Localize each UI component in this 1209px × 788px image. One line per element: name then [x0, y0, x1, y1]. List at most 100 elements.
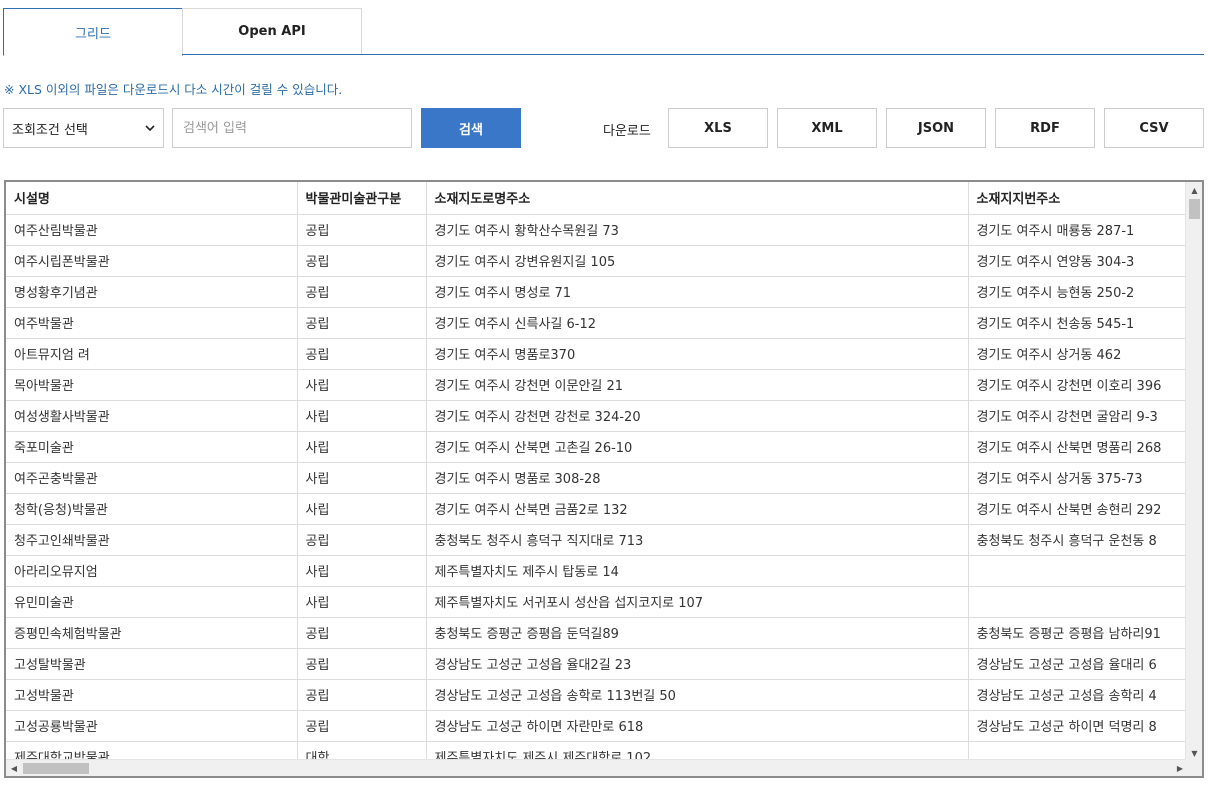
download-rdf-button[interactable]: RDF — [995, 108, 1095, 148]
table-row[interactable]: 아트뮤지엄 려 공립 경기도 여주시 명품로370 경기도 여주시 상거동 462 — [6, 337, 1188, 370]
cell-facility-name: 유민미술관 — [6, 585, 298, 618]
cell-type: 공립 — [296, 523, 427, 556]
search-button[interactable]: 검색 — [421, 108, 521, 148]
cell-lot-address — [967, 740, 1188, 761]
tab-grid[interactable]: 그리드 — [3, 8, 183, 56]
cell-road-address: 경기도 여주시 산북면 금품2로 132 — [425, 492, 969, 525]
cell-type: 공립 — [296, 244, 427, 277]
column-header-road-address[interactable]: 소재지도로명주소 — [425, 182, 969, 215]
cell-facility-name: 죽포미술관 — [6, 430, 298, 463]
download-label: 다운로드 — [603, 124, 651, 139]
download-json-button[interactable]: JSON — [886, 108, 986, 148]
table-row[interactable]: 아라리오뮤지엄 사립 제주특별자치도 제주시 탑동로 14 — [6, 554, 1188, 587]
data-grid: 시설명 박물관미술관구분 소재지도로명주소 소재지지번주소 여주산림박물관 공립 경… — [4, 180, 1204, 778]
cell-type: 공립 — [296, 647, 427, 680]
scroll-left-icon[interactable]: ◀ — [6, 760, 22, 776]
cell-facility-name: 청학(응청)박물관 — [6, 492, 298, 525]
cell-lot-address: 경기도 여주시 강천면 굴암리 9-3 — [967, 399, 1188, 432]
table-row[interactable]: 증평민속체험박물관 공립 충청북도 증평군 증평읍 둔덕길89 충청북도 증평군 증평… — [6, 616, 1188, 649]
cell-lot-address: 경상남도 고성군 고성읍 송학리 4 — [967, 678, 1188, 711]
cell-type: 사립 — [296, 554, 427, 587]
cell-facility-name: 목아박물관 — [6, 368, 298, 401]
cell-facility-name: 여주박물관 — [6, 306, 298, 339]
cell-road-address: 제주특별자치도 서귀포시 성산읍 섭지코지로 107 — [425, 585, 969, 618]
cell-road-address: 경기도 여주시 신륵사길 6-12 — [425, 306, 969, 339]
table-row[interactable]: 목아박물관 사립 경기도 여주시 강천면 이문안길 21 경기도 여주시 강천면 이호… — [6, 368, 1188, 401]
cell-road-address: 충청북도 청주시 흥덕구 직지대로 713 — [425, 523, 969, 556]
tab-bar: 그리드 Open API — [3, 8, 1204, 56]
cell-road-address: 제주특별자치도 제주시 제주대학로 102 — [425, 740, 969, 761]
table-row[interactable]: 청학(응청)박물관 사립 경기도 여주시 산북면 금품2로 132 경기도 여주시 산… — [6, 492, 1188, 525]
cell-facility-name: 여성생활사박물관 — [6, 399, 298, 432]
vertical-scrollbar[interactable]: ▲ ▼ — [1185, 182, 1202, 761]
cell-road-address: 경기도 여주시 황학산수목원길 73 — [425, 213, 969, 246]
table-row[interactable]: 여주박물관 공립 경기도 여주시 신륵사길 6-12 경기도 여주시 천송동 545-… — [6, 306, 1188, 339]
cell-road-address: 경기도 여주시 강변유원지길 105 — [425, 244, 969, 277]
cell-type: 사립 — [296, 368, 427, 401]
cell-type: 사립 — [296, 399, 427, 432]
grid-viewport: 시설명 박물관미술관구분 소재지도로명주소 소재지지번주소 여주산림박물관 공립 경… — [6, 182, 1188, 761]
cell-road-address: 제주특별자치도 제주시 탑동로 14 — [425, 554, 969, 587]
table-row[interactable]: 명성황후기념관 공립 경기도 여주시 명성로 71 경기도 여주시 능현동 250-2 — [6, 275, 1188, 308]
search-condition-select[interactable]: 조회조건 선택 — [3, 108, 164, 148]
cell-facility-name: 여주산림박물관 — [6, 213, 298, 246]
cell-road-address: 경상남도 고성군 하이면 자란만로 618 — [425, 709, 969, 742]
tab-open-api[interactable]: Open API — [182, 8, 362, 54]
cell-road-address: 경기도 여주시 명품로 308-28 — [425, 461, 969, 494]
cell-road-address: 충청북도 증평군 증평읍 둔덕길89 — [425, 616, 969, 649]
cell-lot-address: 경기도 여주시 능현동 250-2 — [967, 275, 1188, 308]
cell-road-address: 경기도 여주시 강천면 강천로 324-20 — [425, 399, 969, 432]
search-toolbar: 조회조건 선택 검색 다운로드 XLS XML JSON RDF CSV — [3, 108, 1204, 148]
grid-body: 여주산림박물관 공립 경기도 여주시 황학산수목원길 73 경기도 여주시 매룡동 2… — [6, 213, 1188, 761]
cell-lot-address: 경기도 여주시 연양동 304-3 — [967, 244, 1188, 277]
cell-lot-address: 경기도 여주시 산북면 송현리 292 — [967, 492, 1188, 525]
column-header-facility-name[interactable]: 시설명 — [6, 182, 298, 215]
table-row[interactable]: 여주시립폰박물관 공립 경기도 여주시 강변유원지길 105 경기도 여주시 연양동 … — [6, 244, 1188, 277]
search-condition-value: 조회조건 선택 — [12, 122, 88, 138]
cell-type: 공립 — [296, 306, 427, 339]
cell-facility-name: 청주고인쇄박물관 — [6, 523, 298, 556]
download-xml-button[interactable]: XML — [777, 108, 877, 148]
vertical-scroll-thumb[interactable] — [1189, 199, 1200, 219]
cell-road-address: 경기도 여주시 강천면 이문안길 21 — [425, 368, 969, 401]
search-input[interactable] — [172, 108, 412, 148]
table-row[interactable]: 여주산림박물관 공립 경기도 여주시 황학산수목원길 73 경기도 여주시 매룡동 2… — [6, 213, 1188, 246]
horizontal-scrollbar[interactable]: ◀ ▶ — [6, 759, 1188, 776]
table-row[interactable]: 제주대학교박물관 대학 제주특별자치도 제주시 제주대학로 102 — [6, 740, 1188, 761]
table-row[interactable]: 고성박물관 공립 경상남도 고성군 고성읍 송학로 113번길 50 경상남도 고성군… — [6, 678, 1188, 711]
cell-facility-name: 여주곤충박물관 — [6, 461, 298, 494]
download-xls-button[interactable]: XLS — [668, 108, 768, 148]
column-header-lot-address[interactable]: 소재지지번주소 — [967, 182, 1188, 215]
cell-facility-name: 고성박물관 — [6, 678, 298, 711]
table-row[interactable]: 여성생활사박물관 사립 경기도 여주시 강천면 강천로 324-20 경기도 여주시 … — [6, 399, 1188, 432]
table-row[interactable]: 죽포미술관 사립 경기도 여주시 산북면 고촌길 26-10 경기도 여주시 산북면 … — [6, 430, 1188, 463]
scroll-up-icon[interactable]: ▲ — [1186, 182, 1202, 198]
column-header-type[interactable]: 박물관미술관구분 — [296, 182, 427, 215]
cell-lot-address: 경상남도 고성군 고성읍 율대리 6 — [967, 647, 1188, 680]
chevron-down-icon — [145, 125, 155, 132]
grid-table: 시설명 박물관미술관구분 소재지도로명주소 소재지지번주소 여주산림박물관 공립 경… — [6, 182, 1188, 761]
cell-type: 사립 — [296, 430, 427, 463]
cell-facility-name: 제주대학교박물관 — [6, 740, 298, 761]
download-csv-button[interactable]: CSV — [1104, 108, 1204, 148]
cell-type: 대학 — [296, 740, 427, 761]
table-row[interactable]: 유민미술관 사립 제주특별자치도 서귀포시 성산읍 섭지코지로 107 — [6, 585, 1188, 618]
grid-header-row: 시설명 박물관미술관구분 소재지도로명주소 소재지지번주소 — [6, 182, 1188, 215]
table-row[interactable]: 고성공룡박물관 공립 경상남도 고성군 하이면 자란만로 618 경상남도 고성군 하… — [6, 709, 1188, 742]
cell-road-address: 경기도 여주시 명성로 71 — [425, 275, 969, 308]
cell-type: 공립 — [296, 337, 427, 370]
cell-facility-name: 증평민속체험박물관 — [6, 616, 298, 649]
horizontal-scroll-thumb[interactable] — [23, 763, 89, 774]
table-row[interactable]: 여주곤충박물관 사립 경기도 여주시 명품로 308-28 경기도 여주시 상거동 3… — [6, 461, 1188, 494]
cell-road-address: 경상남도 고성군 고성읍 송학로 113번길 50 — [425, 678, 969, 711]
cell-facility-name: 아트뮤지엄 려 — [6, 337, 298, 370]
cell-lot-address: 충청북도 청주시 흥덕구 운천동 8 — [967, 523, 1188, 556]
scrollbar-corner — [1185, 759, 1202, 776]
cell-lot-address: 충청북도 증평군 증평읍 남하리91 — [967, 616, 1188, 649]
cell-type: 공립 — [296, 709, 427, 742]
cell-lot-address: 경상남도 고성군 하이면 덕명리 8 — [967, 709, 1188, 742]
cell-lot-address: 경기도 여주시 매룡동 287-1 — [967, 213, 1188, 246]
table-row[interactable]: 청주고인쇄박물관 공립 충청북도 청주시 흥덕구 직지대로 713 충청북도 청주시 … — [6, 523, 1188, 556]
cell-type: 공립 — [296, 213, 427, 246]
table-row[interactable]: 고성탈박물관 공립 경상남도 고성군 고성읍 율대2길 23 경상남도 고성군 고성읍… — [6, 647, 1188, 680]
